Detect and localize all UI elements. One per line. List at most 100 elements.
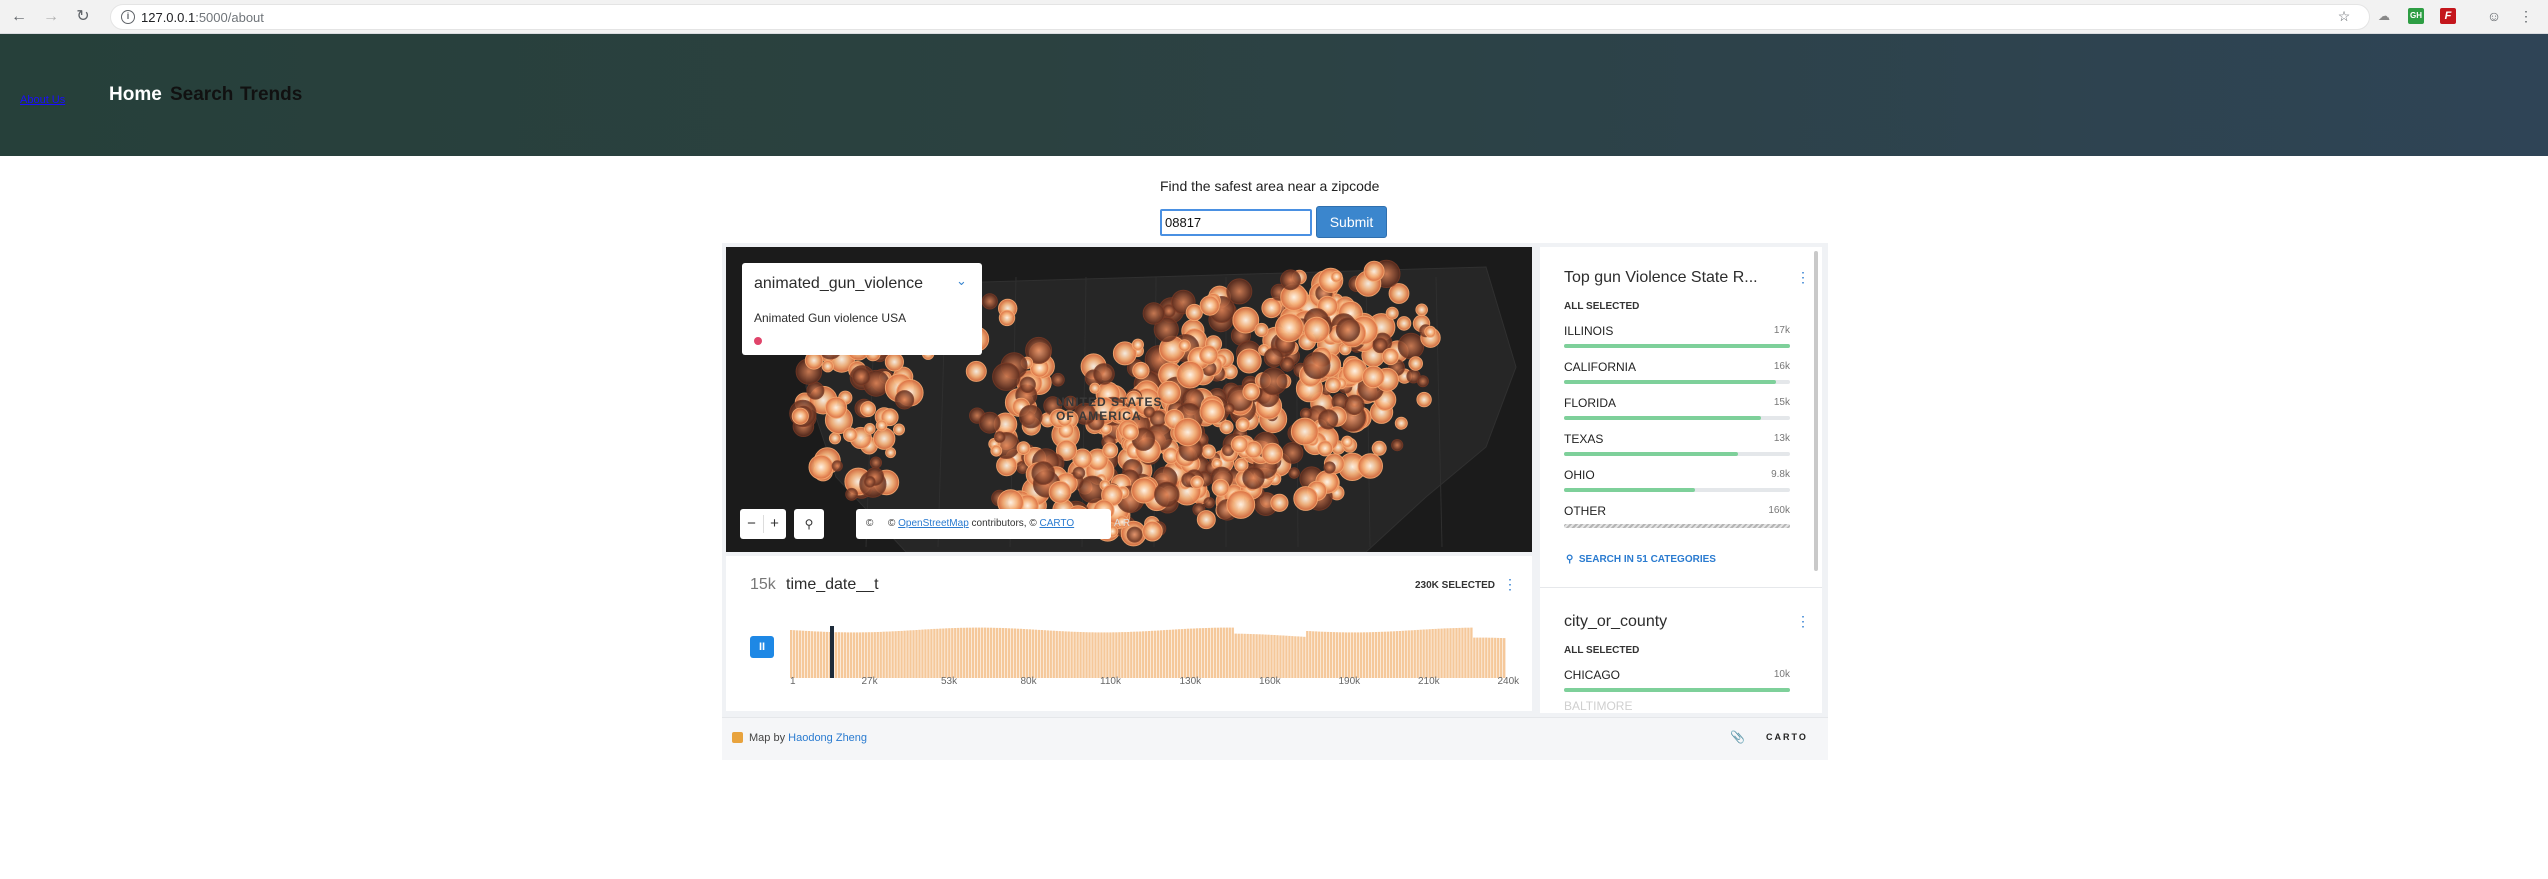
category-row[interactable]: ILLINOIS 17k	[1564, 324, 1790, 360]
histogram-bar	[1183, 628, 1187, 678]
extension-ghostery-icon[interactable]: GH	[2408, 8, 2424, 24]
incident-marker	[1236, 348, 1262, 374]
ts-tick-label: 190k	[1338, 676, 1361, 687]
incident-marker	[860, 401, 876, 418]
histogram-bar	[974, 627, 978, 678]
histogram-bar	[912, 630, 915, 678]
openstreetmap-link[interactable]: OpenStreetMap	[898, 518, 969, 529]
city-widget-menu-icon[interactable]: ⋮	[1796, 613, 1810, 630]
info-icon[interactable]: i	[121, 10, 135, 24]
zoom-out-button[interactable]: −	[740, 509, 763, 539]
sidebar-scrollbar[interactable]	[1814, 251, 1818, 571]
category-row[interactable]: TEXAS 13k	[1564, 432, 1790, 468]
incident-marker	[1178, 339, 1191, 352]
incident-marker	[1263, 347, 1284, 368]
state-search-categories[interactable]: ⚲ SEARCH IN 51 CATEGORIES	[1566, 554, 1716, 565]
search-icon[interactable]: ⚲	[794, 509, 824, 539]
nav-trends[interactable]: Trends	[240, 84, 302, 106]
histogram-bar	[1243, 633, 1246, 678]
address-bar[interactable]: i 127.0.0.1:5000/about	[110, 4, 2370, 30]
city-item-partial[interactable]: BALTIMORE	[1564, 699, 1632, 713]
submit-button[interactable]: Submit	[1316, 206, 1387, 238]
layer-selector[interactable]: animated_gun_violence	[754, 275, 923, 293]
zoom-control: − +	[740, 509, 786, 539]
widgets-sidebar: Top gun Violence State R... ⋮ ALL SELECT…	[1540, 247, 1822, 713]
chevron-down-icon[interactable]: ⌄	[956, 273, 967, 289]
histogram-bar	[1067, 631, 1070, 678]
incident-marker	[1203, 497, 1215, 509]
incident-marker	[1362, 365, 1385, 389]
histogram-bar	[1350, 632, 1354, 678]
category-row[interactable]: CALIFORNIA 16k	[1564, 360, 1790, 396]
extension-cloud-icon[interactable]: ☁	[2376, 8, 2392, 24]
incident-marker	[864, 476, 876, 488]
profile-avatar-icon[interactable]: ☺	[2486, 8, 2502, 24]
category-value: 10k	[1773, 669, 1790, 680]
incident-marker	[1270, 493, 1289, 512]
histogram-bar	[977, 627, 981, 678]
histogram-bar	[888, 631, 891, 678]
category-row[interactable]: OHIO 9.8k	[1564, 468, 1790, 504]
time-cursor[interactable]	[830, 626, 834, 678]
incident-marker	[1385, 306, 1399, 320]
incident-marker	[1261, 442, 1284, 465]
histogram-bar	[1395, 631, 1398, 678]
map-overflow-text: A R	[1114, 518, 1131, 529]
histogram-bar	[876, 632, 879, 678]
histogram-bar	[897, 631, 900, 678]
browser-menu-icon[interactable]: ⋮	[2518, 8, 2534, 24]
time-series-histogram[interactable]	[790, 626, 1506, 678]
histogram-bar	[960, 627, 963, 678]
histogram-bar	[1222, 627, 1225, 678]
ts-count: 15k	[750, 576, 776, 593]
category-row[interactable]: FLORIDA 15k	[1564, 396, 1790, 432]
histogram-bar	[1380, 631, 1384, 678]
category-row[interactable]: OTHER 160k	[1564, 504, 1790, 540]
histogram-bar	[1440, 628, 1443, 678]
histogram-bar	[1443, 628, 1446, 678]
extension-flash-icon[interactable]: F	[2440, 8, 2456, 24]
histogram-bar	[825, 631, 829, 678]
author-link[interactable]: Haodong Zheng	[788, 732, 867, 744]
histogram-bar	[1449, 628, 1452, 678]
forward-arrow-icon[interactable]: →	[40, 6, 62, 28]
about-us-link[interactable]: About Us	[20, 94, 65, 106]
incident-marker	[1223, 402, 1235, 415]
state-widget-menu-icon[interactable]: ⋮	[1796, 269, 1810, 286]
nav-home[interactable]: Home	[109, 84, 162, 106]
copyright-icon[interactable]: ©	[866, 509, 888, 539]
ts-menu-icon[interactable]: ⋮	[1503, 576, 1517, 593]
incident-marker	[1031, 461, 1056, 485]
histogram-bar	[954, 628, 957, 678]
back-arrow-icon[interactable]: ←	[8, 6, 30, 28]
histogram-bar	[933, 628, 936, 678]
pause-button[interactable]: II	[750, 636, 774, 658]
carto-link[interactable]: CARTO	[1040, 518, 1075, 529]
reload-icon[interactable]: ↻	[72, 6, 94, 28]
histogram-bar	[1318, 631, 1321, 678]
incident-marker	[990, 444, 1003, 457]
incident-marker	[1324, 376, 1342, 394]
zoom-in-button[interactable]: +	[763, 509, 786, 539]
map-view[interactable]: UNITED STATES OF AMERICA animated_gun_vio…	[726, 247, 1532, 552]
histogram-bar	[1082, 632, 1085, 678]
histogram-bar	[1058, 631, 1061, 678]
histogram-bar	[1168, 629, 1172, 678]
histogram-bar	[840, 632, 844, 678]
nav-search[interactable]: Search	[170, 84, 233, 106]
histogram-bar	[1231, 627, 1234, 678]
histogram-bar	[1189, 628, 1193, 678]
carto-brand: CARTO	[1766, 732, 1808, 742]
incident-marker	[1259, 367, 1288, 396]
incident-marker	[965, 360, 987, 382]
bookmark-star-icon[interactable]: ☆	[2336, 8, 2352, 24]
incident-marker	[1396, 316, 1412, 331]
category-bar-track	[1564, 688, 1790, 692]
histogram-bar	[1437, 628, 1440, 678]
zipcode-input[interactable]	[1160, 209, 1312, 236]
histogram-bar	[1112, 632, 1115, 678]
city-all-selected: ALL SELECTED	[1564, 645, 1640, 656]
paperclip-icon[interactable]: 📎	[1730, 730, 1745, 744]
histogram-bar	[882, 631, 885, 678]
histogram-bar	[1079, 632, 1082, 678]
